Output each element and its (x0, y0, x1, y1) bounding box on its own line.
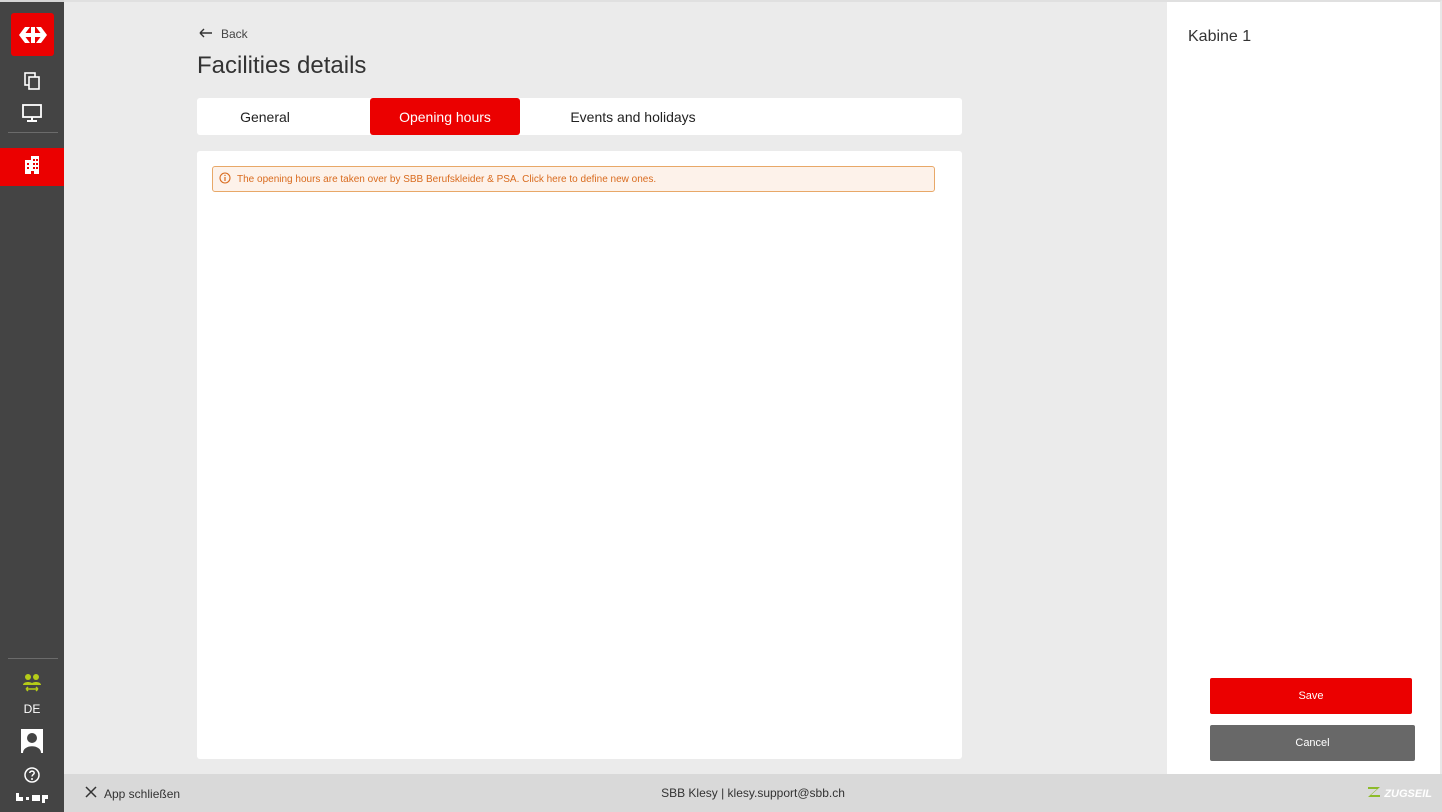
zugseil-z-icon (1367, 786, 1381, 801)
arrow-left-icon (199, 27, 213, 41)
footer-contact: SBB Klesy | klesy.support@sbb.ch (661, 786, 845, 800)
close-app-button[interactable]: App schließen (85, 786, 180, 801)
user-avatar-icon[interactable] (0, 729, 64, 753)
sbb-logo-icon[interactable] (11, 13, 54, 56)
monitor-icon[interactable] (0, 102, 64, 124)
close-icon (85, 786, 97, 801)
cancel-button[interactable]: Cancel (1210, 725, 1415, 761)
footer: SBB Klesy | klesy.support@sbb.ch App sch… (64, 774, 1442, 812)
copy-icon[interactable] (0, 70, 64, 92)
language-selector[interactable]: DE (0, 702, 64, 716)
opening-hours-panel: The opening hours are taken over by SBB … (197, 151, 962, 759)
back-link[interactable]: Back (199, 27, 248, 41)
building-icon (22, 155, 42, 180)
tab-events-and-holidays[interactable]: Events and holidays (553, 98, 713, 135)
opening-hours-notice[interactable]: The opening hours are taken over by SBB … (212, 166, 935, 192)
users-transfer-icon[interactable] (0, 672, 64, 694)
page-title: Facilities details (197, 52, 367, 79)
details-side-panel: Kabine 1 Save Cancel (1167, 0, 1442, 774)
close-app-label: App schließen (104, 786, 181, 801)
sidebar-item-facilities[interactable] (0, 148, 64, 186)
save-button[interactable]: Save (1210, 678, 1412, 714)
sidebar-divider (8, 658, 58, 659)
tab-general[interactable]: General (197, 98, 333, 135)
panel-title: Kabine 1 (1188, 28, 1252, 45)
help-icon[interactable] (0, 766, 64, 784)
bmp-logo-icon (0, 792, 64, 804)
sidebar-divider (8, 132, 58, 133)
info-icon (219, 171, 231, 187)
main-content: Back Facilities details General Opening … (64, 0, 1167, 774)
notice-text: The opening hours are taken over by SBB … (237, 173, 657, 185)
zugseil-brand-text: ZUGSEIL (1384, 787, 1432, 800)
sidebar: DE (0, 0, 64, 812)
back-label: Back (221, 27, 248, 41)
tab-bar: General Opening hours Events and holiday… (197, 98, 962, 135)
zugseil-logo: ZUGSEIL (1367, 786, 1432, 801)
tab-opening-hours[interactable]: Opening hours (370, 98, 520, 135)
